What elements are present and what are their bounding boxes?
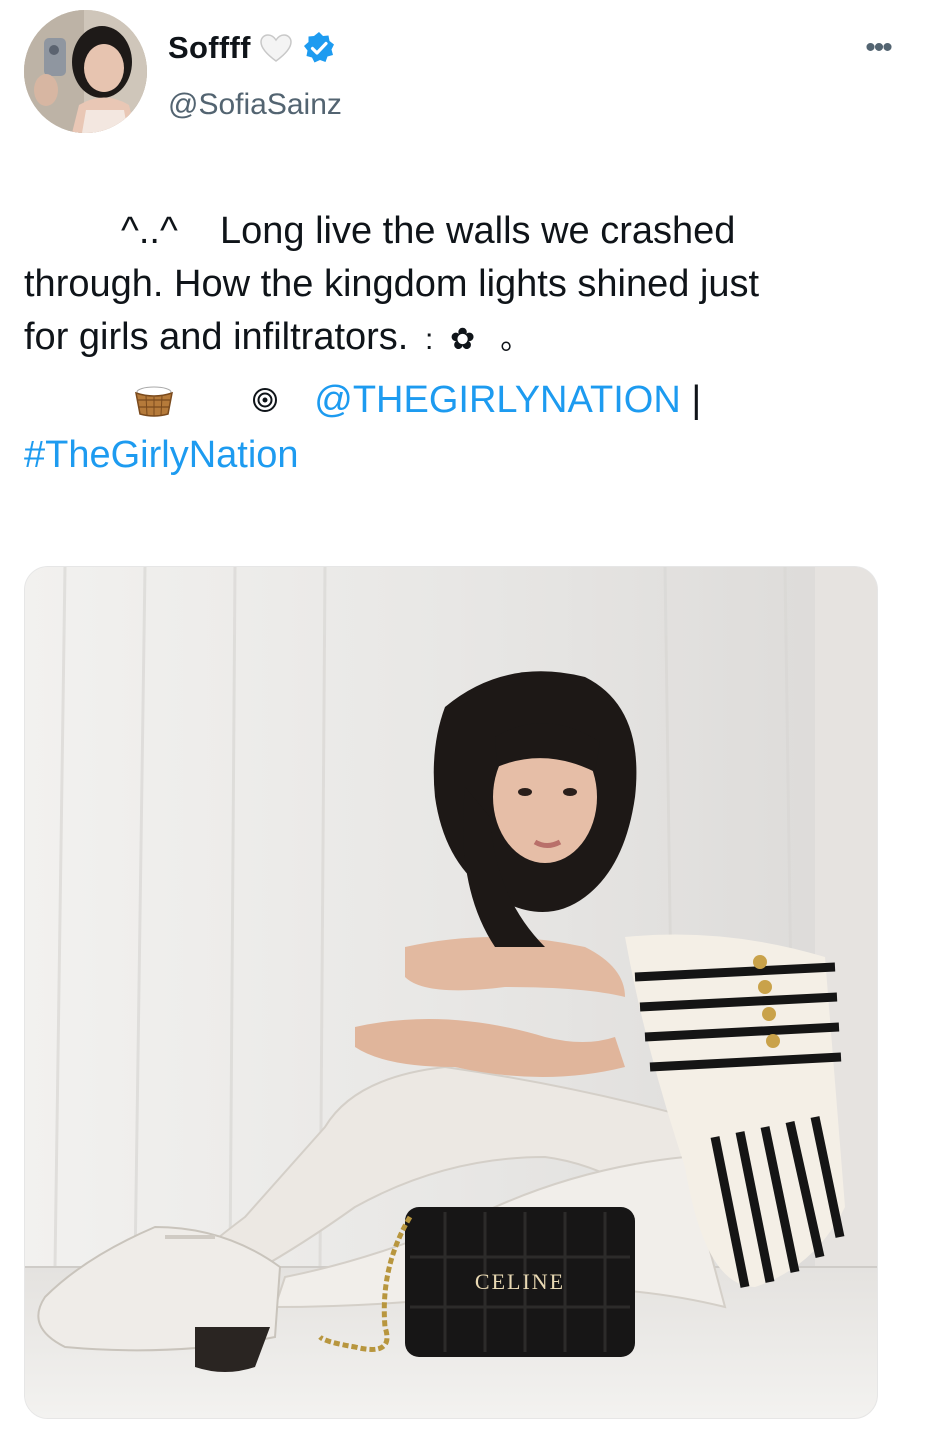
tweet-text-segment: through. How the kingdom lights shined j… — [24, 263, 760, 305]
tweet-text-line: #TheGirlyNation — [24, 429, 919, 482]
author-name-row: Soffff — [168, 26, 337, 70]
basket-emoji-icon — [132, 380, 176, 418]
tweet-text-line: through. How the kingdom lights shined j… — [24, 258, 919, 311]
tweet-text-line: for girls and infiltrators. : ✿ 。 — [24, 311, 919, 366]
author-handle[interactable]: @SofiaSainz — [168, 88, 342, 122]
tweet-text: ^..^ Long live the walls we crashed thro… — [24, 205, 919, 482]
avatar-photo — [24, 10, 147, 133]
mention-link[interactable]: @THEGIRLYNATION — [314, 379, 681, 421]
spiral-symbol-icon — [251, 376, 279, 412]
tweet-text-line: ^..^ Long live the walls we crashed — [24, 205, 919, 258]
verified-badge-icon — [301, 30, 337, 66]
separator-text: | — [680, 379, 702, 421]
bag-brand-label: CELINE — [475, 1269, 565, 1294]
profile-avatar[interactable] — [24, 10, 147, 133]
more-options-button[interactable]: ••• — [856, 30, 900, 66]
hashtag-link[interactable]: #TheGirlyNation — [24, 434, 299, 476]
decorative-symbols: : ✿ 。 — [408, 323, 531, 356]
white-heart-icon — [259, 33, 293, 63]
author-display-name[interactable]: Soffff — [168, 30, 251, 66]
tweet-media-photo[interactable]: CELINE — [24, 566, 878, 1419]
media-illustration: CELINE — [25, 567, 877, 1418]
tweet-text-segment: ^..^ Long live the walls we crashed — [121, 210, 736, 252]
more-options-icon: ••• — [865, 31, 892, 64]
tweet-text-segment: for girls and infiltrators. — [24, 316, 409, 358]
tweet-text-line: @THEGIRLYNATION | — [24, 374, 919, 427]
